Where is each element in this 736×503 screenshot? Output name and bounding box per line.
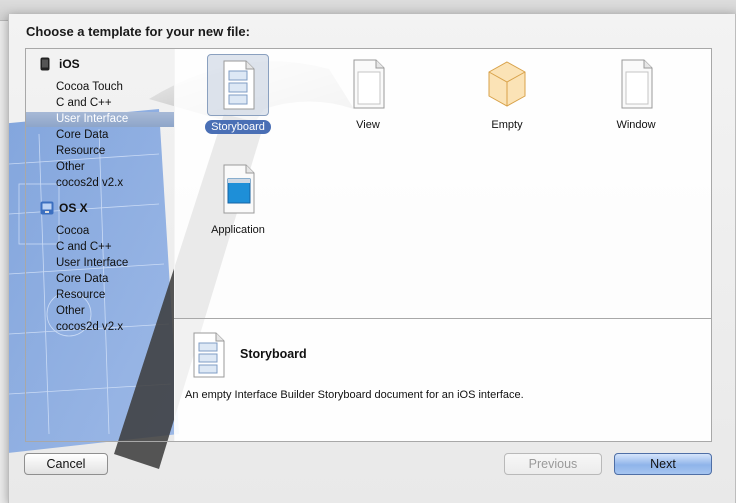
sidebar-item-ios-cocoa-touch[interactable]: Cocoa Touch [26, 80, 174, 95]
previous-button[interactable]: Previous [504, 453, 602, 475]
template-empty[interactable]: Empty [462, 54, 552, 132]
view-doc-icon [338, 54, 398, 114]
storyboard-doc-icon [207, 54, 269, 116]
sidebar-item-ios-cocos2d[interactable]: cocos2d v2.x [26, 176, 174, 191]
description-text: An empty Interface Builder Storyboard do… [185, 389, 524, 401]
template-storyboard[interactable]: Storyboard [193, 54, 283, 134]
sidebar-item-ios-c-and-cpp[interactable]: C and C++ [26, 96, 174, 111]
template-view[interactable]: View [323, 54, 413, 132]
sidebar-item-osx-core-data[interactable]: Core Data [26, 272, 174, 287]
storyboard-doc-icon [190, 331, 230, 384]
category-header-label: OS X [59, 201, 88, 215]
category-header-ios: iOS [26, 55, 174, 73]
template-label: Application [211, 224, 265, 236]
empty-doc-icon [477, 54, 537, 114]
template-category-list[interactable]: iOS Cocoa Touch C and C++ User Interface… [25, 48, 175, 442]
sidebar-item-ios-user-interface[interactable]: User Interface [26, 112, 174, 127]
sidebar-item-osx-cocoa[interactable]: Cocoa [26, 224, 174, 239]
application-doc-icon [208, 159, 268, 219]
sidebar-item-ios-resource[interactable]: Resource [26, 144, 174, 159]
mac-icon [40, 201, 54, 218]
template-grid: Storyboard View Empty Window Application [174, 48, 712, 319]
new-file-sheet: Choose a template for your new file: iOS… [8, 14, 736, 503]
cancel-button[interactable]: Cancel [24, 453, 108, 475]
template-label: Storyboard [205, 120, 271, 134]
category-header-osx: OS X [26, 199, 174, 217]
template-application[interactable]: Application [193, 159, 283, 237]
template-label: View [356, 119, 380, 131]
sidebar-item-osx-resource[interactable]: Resource [26, 288, 174, 303]
next-button[interactable]: Next [614, 453, 712, 475]
sidebar-item-osx-c-and-cpp[interactable]: C and C++ [26, 240, 174, 255]
window-doc-icon [606, 54, 666, 114]
sidebar-item-ios-core-data[interactable]: Core Data [26, 128, 174, 143]
dialog-heading: Choose a template for your new file: [26, 24, 250, 39]
description-title: Storyboard [240, 347, 307, 361]
template-window[interactable]: Window [591, 54, 681, 132]
sidebar-item-osx-other[interactable]: Other [26, 304, 174, 319]
sidebar-item-osx-user-interface[interactable]: User Interface [26, 256, 174, 271]
sidebar-item-osx-cocos2d[interactable]: cocos2d v2.x [26, 320, 174, 335]
template-description-panel: Storyboard An empty Interface Builder St… [174, 318, 712, 442]
sidebar-item-ios-other[interactable]: Other [26, 160, 174, 175]
iphone-icon [40, 57, 50, 74]
template-label: Window [616, 119, 656, 131]
category-header-label: iOS [59, 57, 80, 71]
template-label: Empty [491, 119, 523, 131]
